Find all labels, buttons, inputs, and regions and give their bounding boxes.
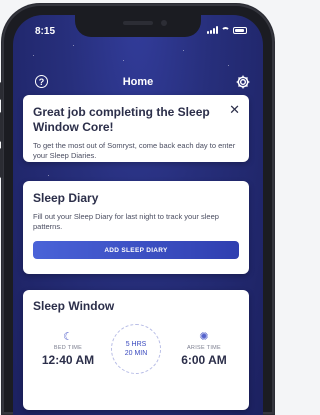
sleep-duration-dial: 5 HRS 20 MIN xyxy=(111,324,161,374)
welcome-card: Great job completing the Sleep Window Co… xyxy=(23,95,249,162)
mute-switch xyxy=(0,82,3,100)
page-title: Home xyxy=(122,76,154,88)
moon-icon: ☾ xyxy=(63,331,73,343)
sleep-window-card[interactable]: Sleep Window ☾ BED TIME 12:40 AM 5 HRS 2… xyxy=(23,290,249,410)
welcome-card-title: Great job completing the Sleep Window Co… xyxy=(33,105,210,134)
volume-down-button xyxy=(0,148,3,178)
signal-icon xyxy=(207,26,218,34)
status-icons xyxy=(207,26,247,34)
arise-time-block: ✺ ARISE TIME 6:00 AM xyxy=(169,331,239,367)
bed-time-block: ☾ BED TIME 12:40 AM xyxy=(33,331,103,367)
volume-up-button xyxy=(0,112,3,142)
phone-notch xyxy=(75,15,201,37)
bed-time-value: 12:40 AM xyxy=(41,353,95,367)
wifi-icon xyxy=(221,26,230,34)
add-sleep-diary-button[interactable]: ADD SLEEP DIARY xyxy=(33,241,239,259)
battery-icon xyxy=(233,26,247,34)
sleep-diary-card: Sleep Diary Fill out your Sleep Diary fo… xyxy=(23,181,249,274)
welcome-card-body: To get the most out of Somryst, come bac… xyxy=(33,141,236,160)
arise-time-label: ARISE TIME xyxy=(186,345,222,351)
duration-minutes: 20 MIN xyxy=(124,350,148,357)
gear-icon[interactable] xyxy=(235,74,251,90)
arise-time-value: 6:00 AM xyxy=(181,353,227,367)
top-nav: ? Home xyxy=(13,73,263,95)
duration-hours: 5 HRS xyxy=(125,341,147,348)
status-time: 8:15 xyxy=(35,26,56,37)
sleep-window-title: Sleep Window xyxy=(33,299,115,313)
sun-icon: ✺ xyxy=(199,331,209,343)
bed-time-label: BED TIME xyxy=(53,345,83,351)
sleep-window-summary: ☾ BED TIME 12:40 AM 5 HRS 20 MIN ✺ ARISE… xyxy=(33,324,239,374)
sleep-diary-body: Fill out your Sleep Diary for last night… xyxy=(33,212,219,231)
close-icon[interactable]: ✕ xyxy=(229,103,240,116)
sleep-diary-title: Sleep Diary xyxy=(33,191,99,205)
